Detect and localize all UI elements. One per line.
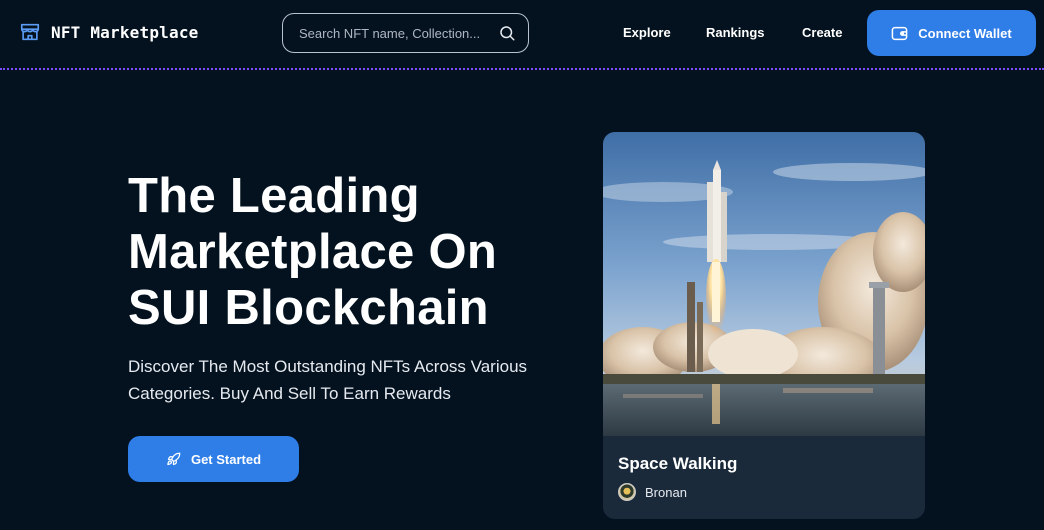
connect-wallet-label: Connect Wallet	[918, 25, 1012, 41]
site-header: NFT Marketplace Explore Rankings Create …	[0, 0, 1044, 70]
search-input[interactable]	[299, 25, 498, 41]
nav-rankings[interactable]: Rankings	[706, 25, 765, 40]
logo[interactable]: NFT Marketplace	[19, 21, 199, 43]
search-bar[interactable]	[282, 13, 529, 53]
wallet-icon	[891, 26, 908, 40]
hero-subtitle: Discover The Most Outstanding NFTs Acros…	[128, 357, 528, 403]
nft-title[interactable]: Space Walking	[618, 454, 737, 474]
get-started-label: Get Started	[190, 451, 262, 467]
logo-text: NFT Marketplace	[51, 22, 199, 42]
hero-title: The Leading Marketplace On SUI Blockchai…	[128, 169, 498, 335]
nav-create[interactable]: Create	[802, 25, 842, 40]
storefront-icon	[20, 23, 40, 41]
avatar	[618, 483, 636, 501]
nft-creator[interactable]: Bronan	[618, 483, 687, 501]
rocket-icon	[167, 452, 181, 465]
nft-card[interactable]: Space Walking Bronan	[603, 132, 925, 519]
nft-image[interactable]	[603, 132, 925, 436]
connect-wallet-button[interactable]: Connect Wallet	[867, 10, 1036, 56]
landing-page: NFT Marketplace Explore Rankings Create …	[0, 0, 1044, 530]
creator-name: Bronan	[645, 484, 687, 500]
search-icon[interactable]	[498, 24, 516, 42]
get-started-button[interactable]: Get Started	[128, 436, 299, 482]
nav-explore[interactable]: Explore	[623, 25, 671, 40]
